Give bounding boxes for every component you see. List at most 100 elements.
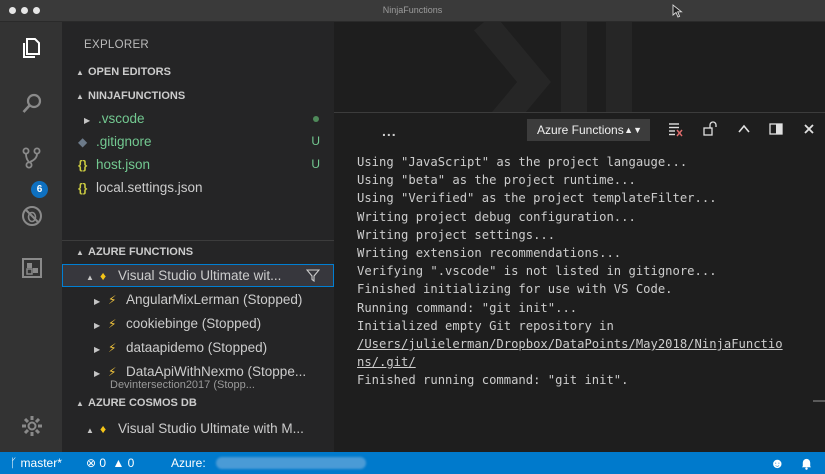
explorer-title: EXPLORER	[84, 39, 150, 51]
azure-functions-section[interactable]: ▲ AZURE FUNCTIONS	[62, 241, 334, 263]
tree-item-function-app[interactable]: ▶ ⚡ cookiebinge (Stopped)	[62, 312, 334, 335]
open-editors-label: OPEN EDITORS	[88, 66, 171, 78]
json-file-icon: {}	[78, 181, 88, 195]
function-app-icon: ⚡	[108, 293, 117, 307]
azure-cosmos-label: AZURE COSMOS DB	[88, 397, 197, 409]
repo-path-link[interactable]: ns/.git/	[357, 353, 823, 371]
function-app-name: dataapidemo (Stopped)	[126, 340, 268, 355]
output-channel-value: Azure Functions	[537, 123, 624, 137]
tree-item-local-settings[interactable]: {} local.settings.json	[62, 176, 334, 199]
output-line: Using "Verified" as the project template…	[357, 191, 717, 206]
chevron-right-icon: ▶	[94, 321, 101, 330]
output-channel-select[interactable]: Azure Functions ▲▼	[527, 119, 650, 141]
lock-scroll-icon[interactable]	[702, 121, 718, 137]
chevron-right-icon: ▶	[94, 345, 101, 354]
problems-status[interactable]: ⊗ 0 ▲ 0	[86, 452, 134, 474]
source-control-badge: 6	[31, 181, 48, 198]
extensions-icon[interactable]	[20, 256, 44, 280]
output-line: Writing project settings...	[357, 227, 556, 242]
tree-item-function-app[interactable]: Devintersection2017 (Stopp...	[62, 379, 334, 391]
file-name: local.settings.json	[96, 180, 203, 195]
output-text: Using "JavaScript" as the project langau…	[357, 153, 823, 390]
gitignore-icon: ◆	[78, 135, 88, 149]
branch-status[interactable]: ᚴ master*	[10, 452, 62, 474]
tree-item-cosmos-subscription[interactable]: ▲ ♦ Visual Studio Ultimate with M...	[62, 417, 334, 440]
file-name: .vscode	[98, 111, 145, 126]
json-file-icon: {}	[78, 158, 88, 172]
function-app-name: DataApiWithNexmo (Stoppe...	[126, 364, 307, 379]
chevron-right-icon: ▶	[94, 297, 101, 306]
mouse-pointer-icon	[672, 4, 683, 18]
vscode-watermark-icon	[474, 22, 632, 112]
project-label: NINJAFUNCTIONS	[88, 90, 186, 102]
chevron-down-icon: ▲	[76, 399, 84, 408]
select-caret-icon: ▲▼	[624, 125, 642, 135]
window-title: NinjaFunctions	[382, 5, 443, 15]
editor-area	[334, 22, 825, 112]
function-app-icon: ⚡	[108, 317, 117, 331]
output-line: Verifying ".vscode" is not listed in git…	[357, 264, 717, 279]
warning-count: 0	[127, 456, 135, 470]
error-count: 0	[99, 456, 107, 470]
tree-item-subscription[interactable]: ▲ ♦ Visual Studio Ultimate wit...	[62, 264, 334, 287]
modified-dot-icon	[313, 116, 319, 122]
azure-account-label[interactable]: Azure:	[171, 452, 206, 474]
toggle-panel-position-icon[interactable]	[768, 121, 784, 137]
output-line: Writing extension recommendations...	[357, 246, 622, 261]
output-line: Writing project debug configuration...	[357, 209, 636, 224]
warning-icon: ▲	[112, 456, 125, 470]
git-branch-icon: ᚴ	[10, 456, 18, 470]
error-icon: ⊗	[86, 456, 97, 470]
function-app-name: Devintersection2017 (Stopp...	[110, 379, 255, 391]
source-control-icon[interactable]	[20, 146, 44, 170]
filter-icon[interactable]	[306, 268, 320, 282]
search-icon[interactable]	[20, 92, 44, 116]
cosmos-subscription-name: Visual Studio Ultimate with M...	[118, 421, 304, 436]
chevron-down-icon: ▲	[76, 68, 84, 77]
clear-output-icon[interactable]	[667, 121, 683, 137]
redacted-account	[216, 457, 366, 469]
output-line: Using "JavaScript" as the project langau…	[357, 155, 688, 169]
title-bar: NinjaFunctions	[0, 0, 825, 22]
azure-cosmos-section[interactable]: ▲ AZURE COSMOS DB	[62, 392, 334, 414]
key-icon: ♦	[100, 269, 107, 283]
activity-bar: 6	[0, 22, 62, 452]
repo-path-link[interactable]: /Users/julielerman/Dropbox/DataPoints/Ma…	[357, 335, 823, 353]
close-panel-icon[interactable]	[801, 121, 817, 137]
untracked-status: U	[311, 134, 320, 148]
open-editors-section[interactable]: ▲ OPEN EDITORS	[62, 61, 334, 83]
tree-item-vscode[interactable]: ▶ .vscode	[62, 107, 334, 130]
debug-icon[interactable]	[20, 204, 44, 228]
output-line: Finished initializing for use with VS Co…	[357, 282, 673, 297]
output-line: Initialized empty Git repository in	[357, 318, 614, 333]
tree-item-gitignore[interactable]: ◆ .gitignore U	[62, 130, 334, 153]
chevron-down-icon: ▲	[76, 248, 84, 257]
notifications-bell-icon[interactable]	[800, 457, 813, 470]
function-app-icon: ⚡	[108, 341, 117, 355]
output-line: Using "beta" as the project runtime...	[357, 173, 636, 188]
chevron-down-icon: ▲	[86, 426, 94, 435]
tree-item-function-app[interactable]: ▶ ⚡ dataapidemo (Stopped)	[62, 336, 334, 359]
chevron-down-icon: ▲	[76, 92, 84, 101]
subscription-name: Visual Studio Ultimate wit...	[118, 268, 282, 283]
function-app-name: cookiebinge (Stopped)	[126, 316, 262, 331]
output-panel: ... Azure Functions ▲▼ Using "JavaScript…	[334, 112, 825, 452]
output-line: Finished running command: "git init".	[357, 373, 629, 388]
tree-item-host-json[interactable]: {} host.json U	[62, 153, 334, 176]
file-name: .gitignore	[96, 134, 152, 149]
project-section[interactable]: ▲ NINJAFUNCTIONS	[62, 85, 334, 107]
explorer-icon[interactable]	[20, 36, 44, 60]
tree-item-function-app[interactable]: ▶ ⚡ AngularMixLerman (Stopped)	[62, 288, 334, 311]
status-bar: ᚴ master* ⊗ 0 ▲ 0 Azure: ☻	[0, 452, 825, 474]
maximize-panel-icon[interactable]	[736, 121, 752, 137]
settings-gear-icon[interactable]	[20, 414, 44, 438]
chevron-right-icon: ▶	[84, 116, 91, 125]
explorer-sidebar: EXPLORER ▲ OPEN EDITORS ▲ NINJAFUNCTIONS ▶…	[62, 22, 334, 452]
untracked-status: U	[311, 157, 320, 171]
branch-name: master*	[20, 456, 62, 470]
feedback-smiley-icon[interactable]: ☻	[770, 452, 785, 474]
panel-scrollbar[interactable]	[813, 400, 825, 402]
output-line: Running command: "git init"...	[357, 300, 578, 315]
key-icon: ♦	[100, 422, 107, 436]
more-actions-button[interactable]: ...	[382, 123, 397, 139]
